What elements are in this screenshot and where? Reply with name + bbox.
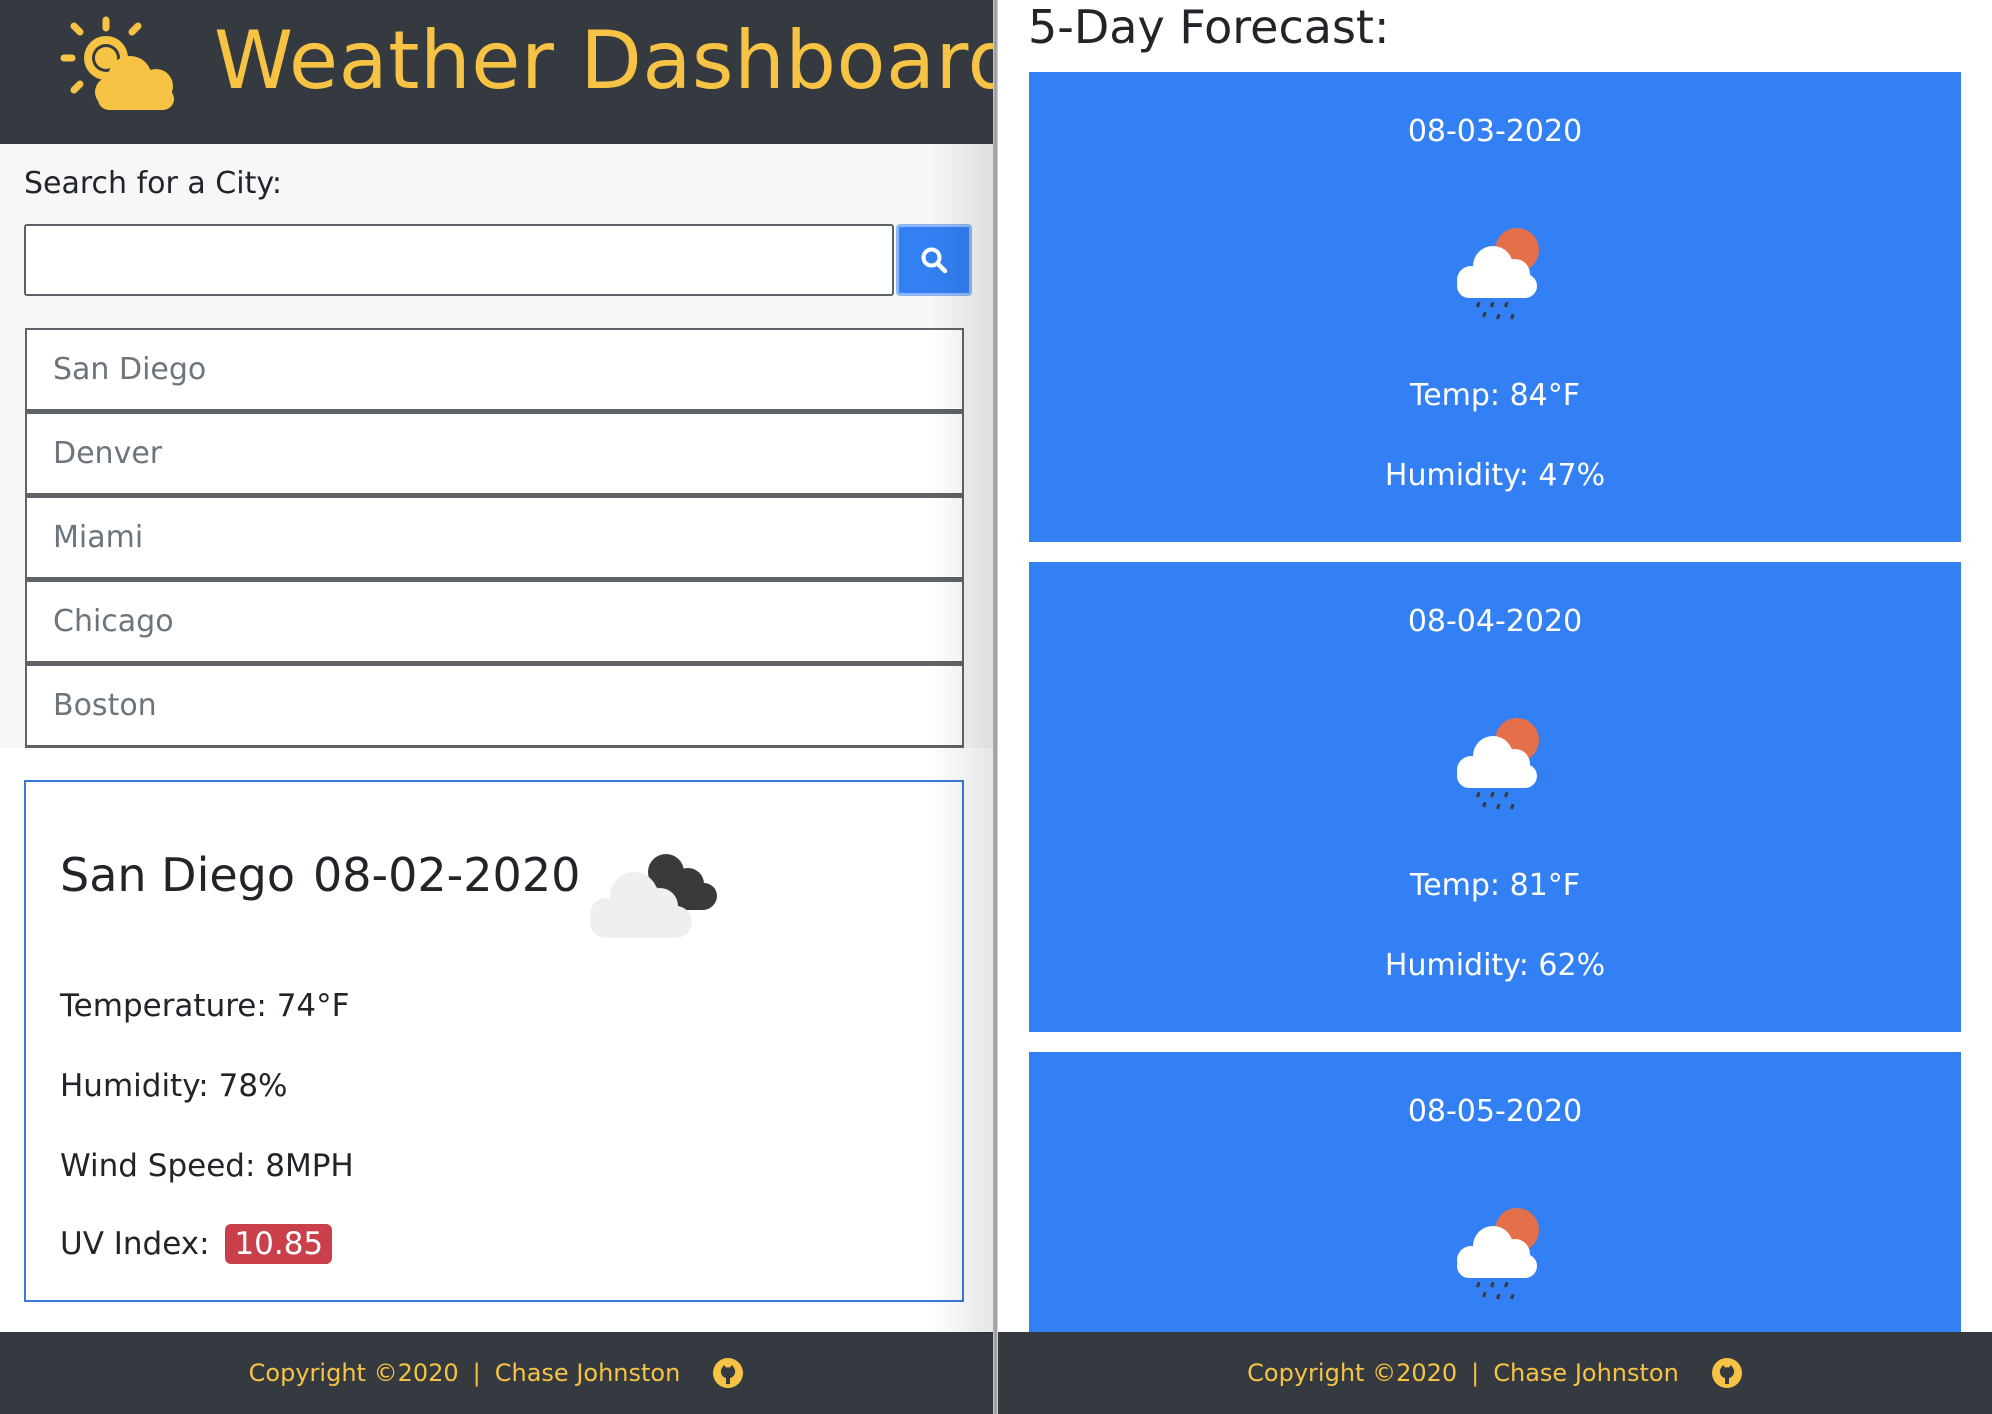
footer: Copyright ©2020 | Chase Johnston [0,1332,993,1414]
humidity-label: Humidity: [60,1068,209,1104]
search-label: Search for a City: [24,166,283,201]
footer-author-link[interactable]: Chase Johnston [495,1359,681,1387]
forecast-card: 08-03-2020 Temp: 84°F Humidity: 47% [1029,72,1961,542]
current-city: San Diego [60,848,296,902]
header: Weather Dashboard [0,0,1018,144]
search-button[interactable] [896,224,972,296]
broken-clouds-icon [590,854,717,938]
footer-author-link[interactable]: Chase Johnston [1493,1359,1679,1387]
right-pane: 5-Day Forecast: 08-03-2020 Temp: 84°F Hu… [998,0,1992,1414]
uv-label: UV Index: [60,1226,210,1262]
sun-cloud-icon [60,16,174,110]
city-search-input[interactable] [24,224,894,296]
forecast-humidity: Humidity: 62% [1384,948,1606,983]
current-weather-card: San Diego 08-02-2020 Temperature: 74°F Hu… [24,780,964,1302]
history-item-chicago[interactable]: Chicago [25,580,964,664]
forecast-temp: Temp: 84°F [1409,378,1581,413]
page-title: Weather Dashboard [214,14,1019,107]
temperature-row: Temperature: 74°F [60,988,349,1024]
forecast-humidity: Humidity: 47% [1384,458,1606,493]
search-history-list: San Diego Denver Miami Chicago Boston [25,328,964,748]
rain-sun-icon [1457,1208,1539,1300]
uv-row: UV Index: 10.85 [60,1224,333,1264]
github-icon[interactable] [1711,1357,1743,1389]
history-item-denver[interactable]: Denver [25,412,964,496]
footer-copyright: Copyright ©2020 [248,1359,459,1387]
forecast-card: 08-05-2020 [1029,1052,1961,1332]
temperature-label: Temperature: [60,988,267,1024]
forecast-card: 08-04-2020 Temp: 81°F Humidity: 62% [1029,562,1961,1032]
uv-badge: 10.85 [225,1224,333,1264]
wind-row: Wind Speed: 8MPH [60,1148,354,1184]
wind-value: 8MPH [265,1148,354,1184]
humidity-row: Humidity: 78% [60,1068,288,1104]
left-pane: Weather Dashboard Search for a City: San… [0,0,1018,1414]
current-date: 08-02-2020 [313,848,581,902]
rain-sun-icon [1457,718,1539,810]
rain-sun-icon [1457,228,1539,320]
current-city-date: San Diego 08-02-2020 [60,848,580,902]
forecast-date: 08-03-2020 [1407,114,1583,149]
search-icon [921,247,948,274]
forecast-date: 08-04-2020 [1407,604,1583,639]
history-item-san-diego[interactable]: San Diego [25,328,964,412]
forecast-temp: Temp: 81°F [1409,868,1581,903]
history-item-miami[interactable]: Miami [25,496,964,580]
humidity-value: 78% [218,1068,288,1104]
wind-label: Wind Speed: [60,1148,256,1184]
temperature-value: 74°F [276,988,350,1024]
github-icon[interactable] [712,1357,744,1389]
footer-separator: | [472,1359,481,1387]
footer-separator: | [1471,1359,1480,1387]
footer: Copyright ©2020 | Chase Johnston [998,1332,1992,1414]
forecast-title: 5-Day Forecast: [1028,0,1390,54]
forecast-date: 08-05-2020 [1407,1094,1583,1129]
search-panel: Search for a City: San Diego Denver Miam… [0,144,995,748]
history-item-boston[interactable]: Boston [25,664,964,748]
footer-copyright: Copyright ©2020 [1247,1359,1458,1387]
